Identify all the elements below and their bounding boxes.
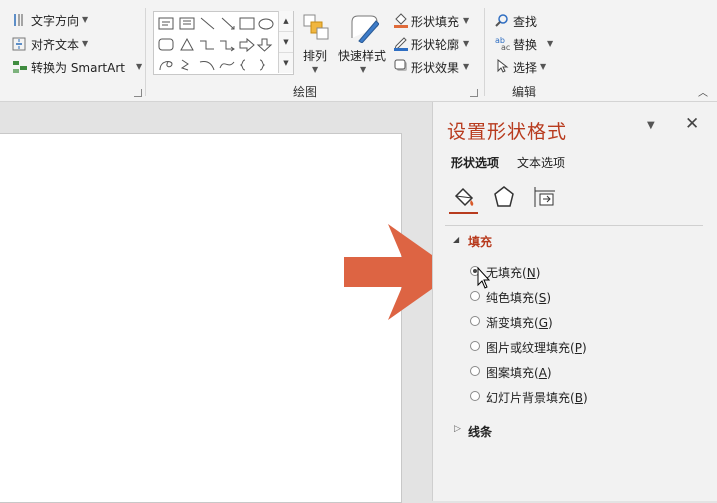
gallery-more-icon[interactable]: ▼ <box>279 53 293 73</box>
shape-fill-label: 形状填充 <box>411 15 460 29</box>
radio-button-icon[interactable] <box>470 316 480 326</box>
shape-outline-label: 形状轮廓 <box>411 38 460 52</box>
gallery-scroll[interactable]: ▲ ▼ ▼ <box>278 11 293 73</box>
fill-option-text: 图片或纹理填充 <box>486 341 571 355</box>
access-key: S <box>538 291 547 305</box>
align-text-icon <box>12 37 26 51</box>
shape-effects-label: 形状效果 <box>411 61 460 75</box>
active-tab-indicator <box>449 212 478 214</box>
replace-icon: ab ac <box>495 36 511 53</box>
chevron-down-icon[interactable]: ▼ <box>279 32 293 53</box>
line-section-label: 线条 <box>468 425 493 439</box>
access-key: B <box>574 391 583 405</box>
size-properties-tab[interactable] <box>531 184 557 213</box>
pentagon-icon <box>494 186 514 207</box>
chevron-down-icon: ▼ <box>82 39 89 48</box>
effects-tab[interactable] <box>491 184 517 213</box>
chevron-down-icon: ▼ <box>463 62 470 71</box>
quick-styles-icon <box>349 13 380 46</box>
collapse-ribbon-icon[interactable]: ︿ <box>698 84 708 99</box>
pane-options-chevron-icon[interactable]: ▼ <box>647 120 655 131</box>
fill-option-text: 无填充 <box>486 266 523 280</box>
fill-option-label: 图案填充(A) <box>486 366 552 380</box>
fill-option-label: 纯色填充(S) <box>486 291 552 305</box>
svg-text:ac: ac <box>501 43 510 50</box>
search-icon <box>495 13 509 30</box>
fill-option-text: 纯色填充 <box>486 291 535 305</box>
group-separator <box>484 8 485 96</box>
paint-bucket-icon <box>393 12 409 31</box>
smartart-icon <box>12 60 28 74</box>
size-properties-icon <box>534 187 555 207</box>
chevron-down-icon: ▼ <box>463 39 470 48</box>
cursor-arrow-icon <box>497 58 509 76</box>
access-key: N <box>526 266 536 280</box>
radio-button-icon[interactable] <box>470 366 480 376</box>
fill-line-tab[interactable] <box>451 184 477 213</box>
align-text-label: 对齐文本 <box>31 38 80 52</box>
fill-option-label: 无填充(N) <box>486 266 541 280</box>
radio-button-icon[interactable] <box>470 391 480 401</box>
fill-option-label: 渐变填充(G) <box>486 316 553 330</box>
collapse-triangle-icon: ◢ <box>453 235 460 244</box>
slide-canvas[interactable] <box>0 133 402 503</box>
arrange-button[interactable]: 排列 ▼ <box>300 13 332 75</box>
dialog-launcher-icon[interactable] <box>470 89 478 97</box>
editing-group-label: 编辑 <box>512 85 537 99</box>
chevron-down-icon: ▼ <box>82 15 89 24</box>
chevron-down-icon: ▼ <box>463 16 470 25</box>
replace-label: 替换 <box>513 38 538 52</box>
arrange-icon <box>302 13 330 44</box>
close-icon[interactable]: ✕ <box>685 114 699 134</box>
chevron-down-icon: ▼ <box>312 65 319 74</box>
fill-option-text: 图案填充 <box>486 366 535 380</box>
chevron-down-icon: ▼ <box>136 62 143 71</box>
text-direction-icon <box>12 13 26 27</box>
pane-divider <box>445 225 703 226</box>
shapes-gallery-icons <box>158 17 274 71</box>
shapes-gallery[interactable] <box>153 11 294 75</box>
shape-effects-icon <box>393 58 409 77</box>
chevron-down-icon: ▼ <box>547 39 554 48</box>
format-shape-pane: 设置形状格式 ▼ ✕ 形状选项 文本选项 ◢ 填充 无填充(N) 纯色填充(S) 渐… <box>432 102 717 501</box>
quick-styles-button[interactable]: 快速样式 ▼ <box>338 13 390 75</box>
paint-bucket-icon <box>454 187 474 207</box>
convert-smartart-label: 转换为 SmartArt <box>31 61 125 75</box>
fill-option-text: 幻灯片背景填充 <box>486 391 571 405</box>
select-label: 选择 <box>513 61 538 75</box>
drawing-group-label: 绘图 <box>293 85 318 99</box>
chevron-down-icon: ▼ <box>540 62 547 71</box>
ribbon: 文字方向 ▼ 对齐文本 ▼ 转换为 SmartArt ▼ ▲ ▼ ▼ 排列 ▼ … <box>0 0 717 102</box>
tab-text-options[interactable]: 文本选项 <box>517 154 565 171</box>
access-key: A <box>538 366 547 380</box>
quick-styles-label: 快速样式 <box>338 49 387 63</box>
pane-title: 设置形状格式 <box>447 121 568 143</box>
fill-section-label: 填充 <box>468 235 493 249</box>
pencil-outline-icon <box>393 35 409 54</box>
fill-option-text: 渐变填充 <box>486 316 535 330</box>
access-key: P <box>574 341 582 355</box>
expand-triangle-icon: ▷ <box>454 424 461 434</box>
chevron-up-icon[interactable]: ▲ <box>279 11 293 32</box>
access-key: G <box>538 316 549 330</box>
fill-option-label: 图片或纹理填充(P) <box>486 341 587 355</box>
mouse-cursor-icon <box>477 266 491 294</box>
fill-option-label: 幻灯片背景填充(B) <box>486 391 588 405</box>
find-label: 查找 <box>513 15 538 29</box>
arrange-label: 排列 <box>303 49 328 63</box>
group-separator <box>145 8 146 96</box>
chevron-down-icon: ▼ <box>360 65 367 74</box>
dialog-launcher-icon[interactable] <box>134 89 142 97</box>
radio-button-icon[interactable] <box>470 341 480 351</box>
text-direction-label: 文字方向 <box>31 14 80 28</box>
tab-shape-options[interactable]: 形状选项 <box>451 154 499 171</box>
